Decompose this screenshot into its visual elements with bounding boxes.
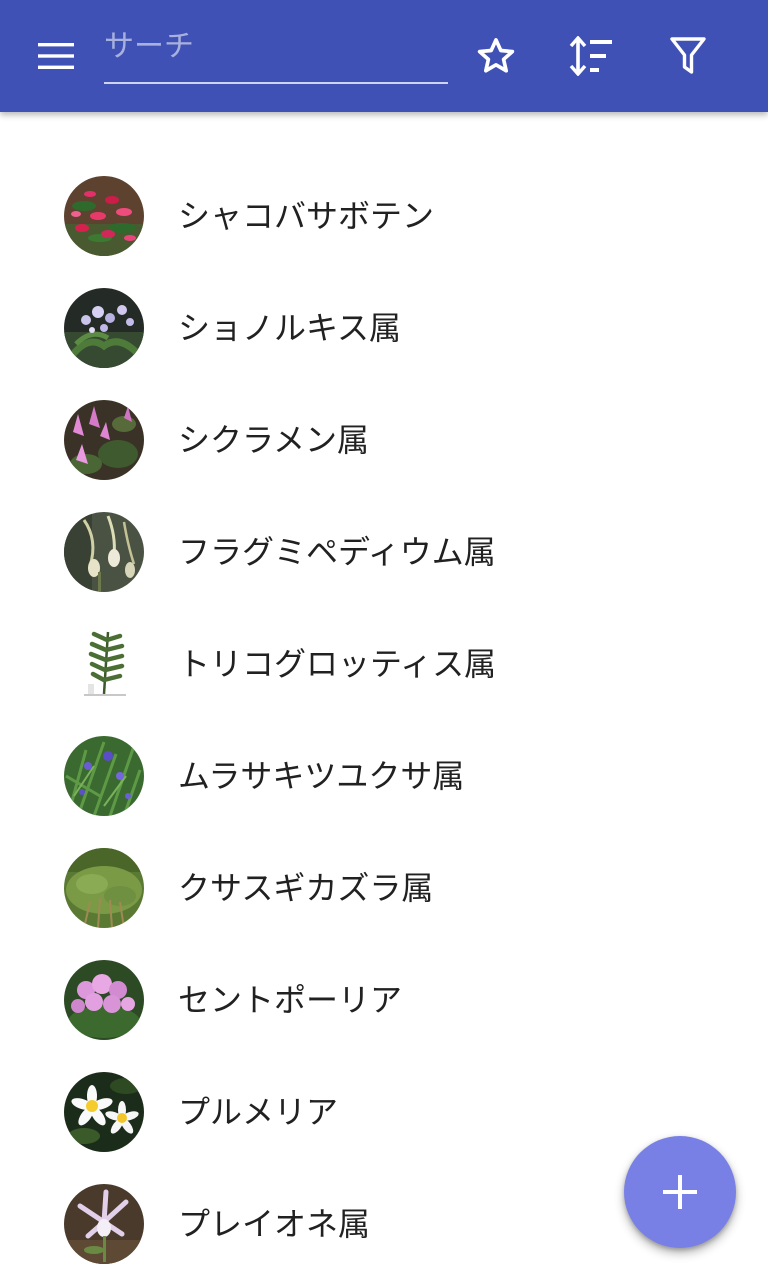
sort-button[interactable] xyxy=(563,28,619,84)
schoenorchis-thumbnail xyxy=(64,288,144,368)
list-item-label: フラグミペディウム属 xyxy=(178,533,496,571)
trichoglottis-thumbnail xyxy=(64,624,144,704)
sort-icon xyxy=(569,36,612,76)
list-item-label: トリコグロッティス属 xyxy=(178,645,497,683)
saintpaulia-thumbnail xyxy=(64,960,144,1040)
list-item-label: シクラメン属 xyxy=(178,421,370,459)
phragmipedium-thumbnail xyxy=(64,512,144,592)
list-item[interactable]: トリコグロッティス属 xyxy=(0,608,768,720)
list-item[interactable]: ショノルキス属 xyxy=(0,272,768,384)
list-item-label: プレイオネ属 xyxy=(178,1205,371,1243)
christmas-cactus-thumbnail xyxy=(64,176,144,256)
list-item[interactable]: シクラメン属 xyxy=(0,384,768,496)
menu-button[interactable] xyxy=(24,32,88,80)
star-outline-icon xyxy=(477,38,515,73)
pleione-thumbnail xyxy=(64,1184,144,1264)
list-item-label: シャコバサボテン xyxy=(178,197,435,235)
plumeria-thumbnail xyxy=(64,1072,144,1152)
list-item[interactable]: ムラサキツユクサ属 xyxy=(0,720,768,832)
list-item-label: クサスギカズラ属 xyxy=(178,869,434,907)
filter-icon xyxy=(670,37,706,74)
plant-list-screen: シャコバサボテン ショノルキス属 xyxy=(0,0,768,1280)
list-item-label: セントポーリア xyxy=(178,981,403,1019)
hamburger-menu-icon xyxy=(38,43,74,69)
tradescantia-thumbnail xyxy=(64,736,144,816)
asparagus-thumbnail xyxy=(64,848,144,928)
list-item-label: ムラサキツユクサ属 xyxy=(178,757,465,795)
filter-button[interactable] xyxy=(660,28,716,84)
list-item-label: ショノルキス属 xyxy=(178,309,402,347)
list-item-label: プルメリア xyxy=(178,1093,339,1131)
favorites-button[interactable] xyxy=(468,28,524,84)
app-bar xyxy=(0,0,768,112)
cyclamen-thumbnail xyxy=(64,400,144,480)
list-item[interactable]: フラグミペディウム属 xyxy=(0,496,768,608)
list-item[interactable]: シャコバサボテン xyxy=(0,160,768,272)
plus-icon xyxy=(663,1175,697,1209)
plant-list: シャコバサボテン ショノルキス属 シクラメン属 フラグミペディウム属 トリコグロ… xyxy=(0,160,768,1280)
search-field xyxy=(104,20,448,84)
list-item[interactable]: クサスギカズラ属 xyxy=(0,832,768,944)
search-input[interactable] xyxy=(104,26,444,66)
add-button[interactable] xyxy=(624,1136,736,1248)
list-item[interactable]: セントポーリア xyxy=(0,944,768,1056)
